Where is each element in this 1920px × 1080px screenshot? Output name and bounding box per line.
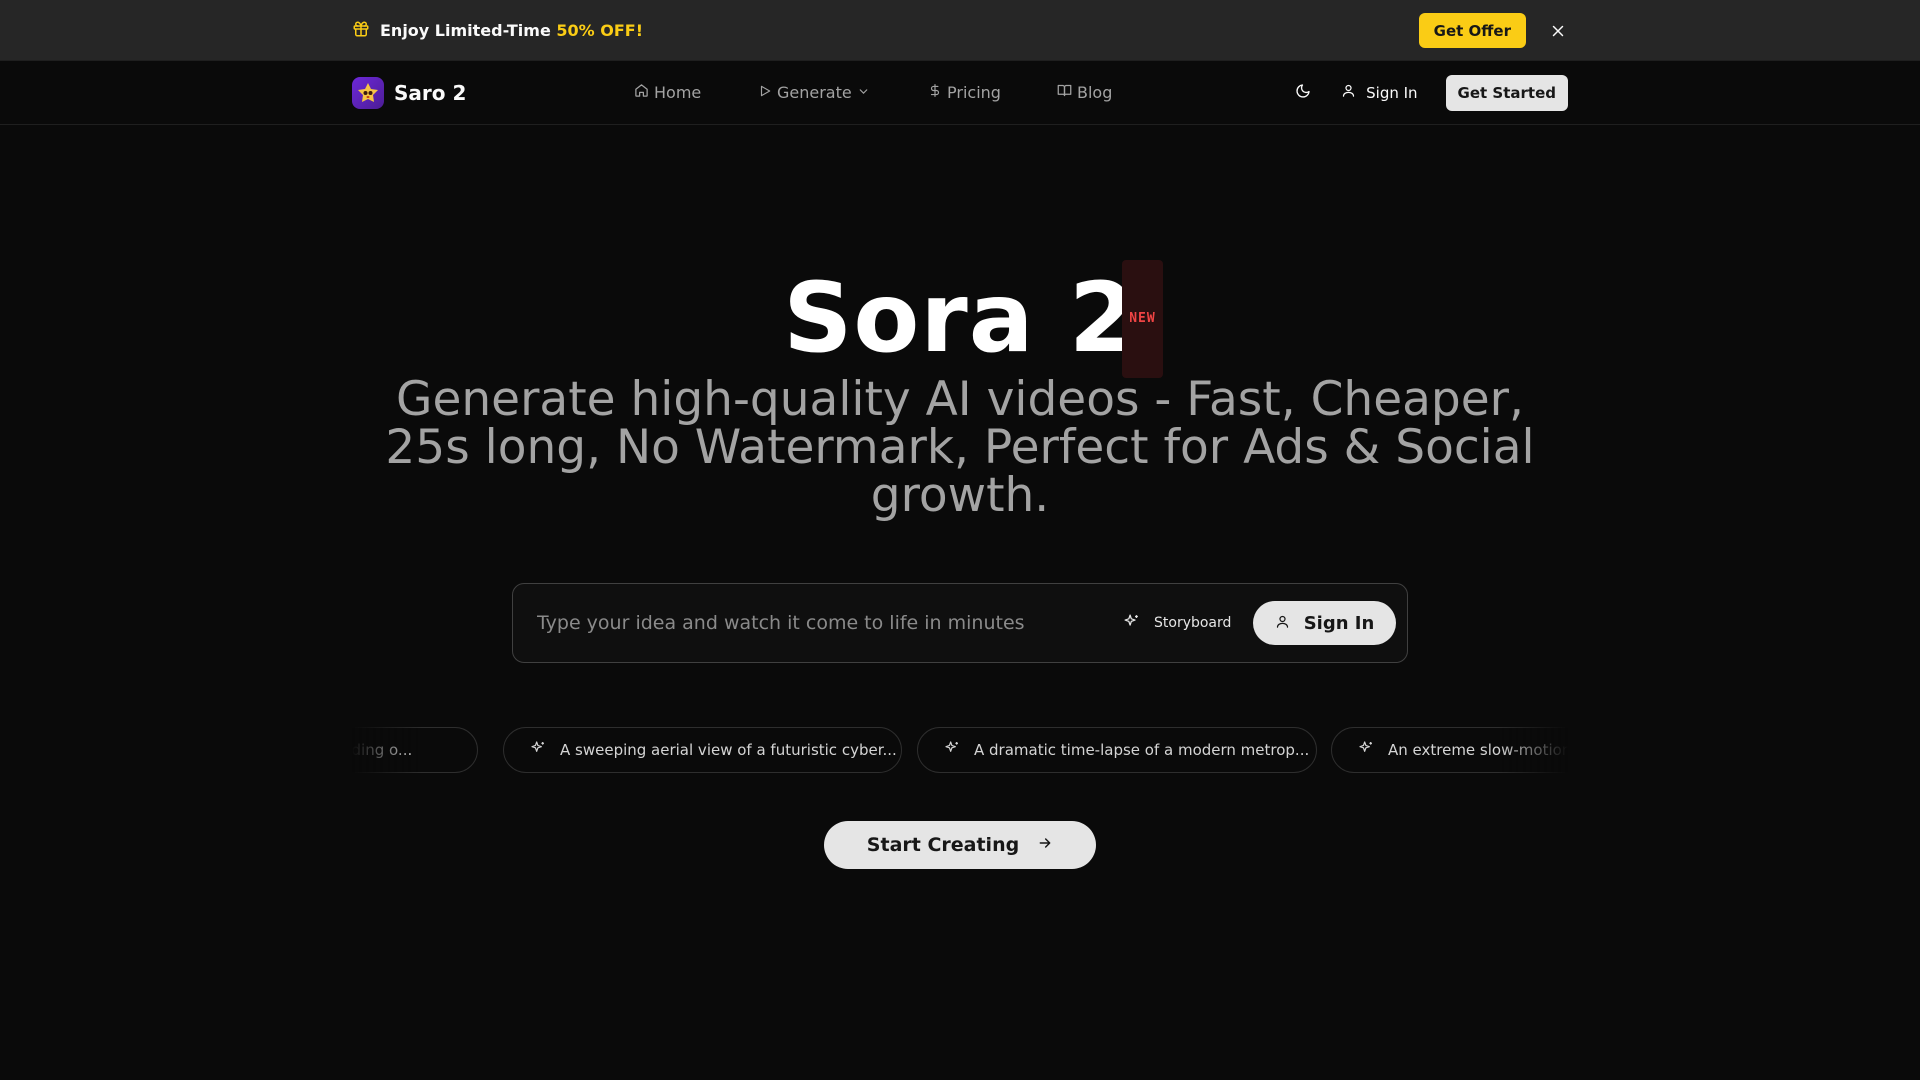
start-creating-button[interactable]: Start Creating: [824, 821, 1096, 869]
nav-blog[interactable]: Blog: [1057, 83, 1112, 102]
hero-title-text: Sora 2: [783, 262, 1137, 374]
suggestion-chip-label: An extreme slow-motion c...: [1388, 741, 1568, 759]
nav-generate[interactable]: Generate: [758, 83, 870, 102]
sparkles-icon: [530, 740, 546, 760]
suggestion-chip[interactable]: A dramatic time-lapse of a modern metrop…: [917, 727, 1317, 773]
hero-title-wrap: Sora 2 NEW: [0, 260, 1920, 378]
hero-title: Sora 2 NEW: [783, 260, 1163, 378]
user-icon: [1275, 613, 1290, 634]
suggestion-chip-label: A dramatic time-lapse of a modern metrop…: [974, 741, 1310, 759]
prompt-input[interactable]: [537, 584, 1097, 662]
promo-text: Enjoy Limited-Time 50% OFF!: [352, 20, 643, 42]
brand-logo[interactable]: Saro 2: [352, 76, 632, 109]
sparkles-icon: [944, 740, 960, 760]
promo-banner: Enjoy Limited-Time 50% OFF! Get Offer: [0, 0, 1920, 61]
nav-home-label: Home: [654, 83, 702, 102]
brand-name: Saro 2: [394, 80, 467, 105]
nav-blog-label: Blog: [1077, 83, 1113, 102]
home-icon: [634, 83, 649, 102]
top-navigation: Saro 2 Home Generate Pricing Blog Sign I…: [0, 61, 1920, 125]
storyboard-label: Storyboard: [1154, 615, 1232, 631]
logo-mascot-icon: [352, 76, 384, 109]
arrow-right-icon: [1037, 834, 1053, 856]
suggestion-chips: ...re standing o... A sweeping aerial vi…: [352, 727, 1568, 773]
start-creating-label: Start Creating: [866, 834, 1020, 856]
suggestion-chip-label: ...re standing o...: [352, 741, 413, 759]
get-started-button[interactable]: Get Started: [1445, 74, 1568, 111]
nav-home[interactable]: Home: [634, 83, 701, 102]
prompt-sign-in-button[interactable]: Sign In: [1253, 601, 1396, 645]
suggestion-chip[interactable]: An extreme slow-motion c...: [1331, 727, 1568, 773]
moon-icon: [1295, 83, 1311, 103]
hero-subtitle: Generate high-quality AI videos - Fast, …: [385, 372, 1535, 523]
nav-sign-in-label: Sign In: [1366, 83, 1418, 102]
promo-prefix: Enjoy Limited-Time: [380, 21, 551, 40]
new-badge: NEW: [1122, 260, 1163, 378]
close-icon[interactable]: [1548, 21, 1568, 41]
nav-generate-label: Generate: [777, 83, 852, 102]
dollar-icon: [928, 83, 942, 102]
get-offer-button[interactable]: Get Offer: [1418, 13, 1526, 48]
user-icon: [1341, 83, 1356, 102]
sparkles-icon: [1123, 613, 1140, 634]
nav-pricing[interactable]: Pricing: [928, 83, 1001, 102]
sparkles-icon: [1358, 740, 1374, 760]
chevron-down-icon: [857, 83, 870, 102]
book-icon: [1057, 83, 1072, 102]
promo-discount: 50% OFF!: [556, 21, 643, 40]
nav-sign-in[interactable]: Sign In: [1341, 83, 1418, 102]
theme-toggle[interactable]: [1285, 75, 1321, 111]
storyboard-toggle[interactable]: Storyboard: [1123, 584, 1231, 662]
suggestion-chip-label: A sweeping aerial view of a futuristic c…: [560, 741, 897, 759]
prompt-box: Storyboard Sign In: [512, 583, 1408, 663]
gift-icon: [352, 20, 370, 42]
nav-pricing-label: Pricing: [947, 83, 1001, 102]
suggestion-chip[interactable]: A sweeping aerial view of a futuristic c…: [503, 727, 902, 773]
prompt-sign-in-label: Sign In: [1303, 612, 1375, 634]
suggestion-chip[interactable]: ...re standing o...: [352, 727, 478, 773]
play-icon: [758, 83, 772, 102]
